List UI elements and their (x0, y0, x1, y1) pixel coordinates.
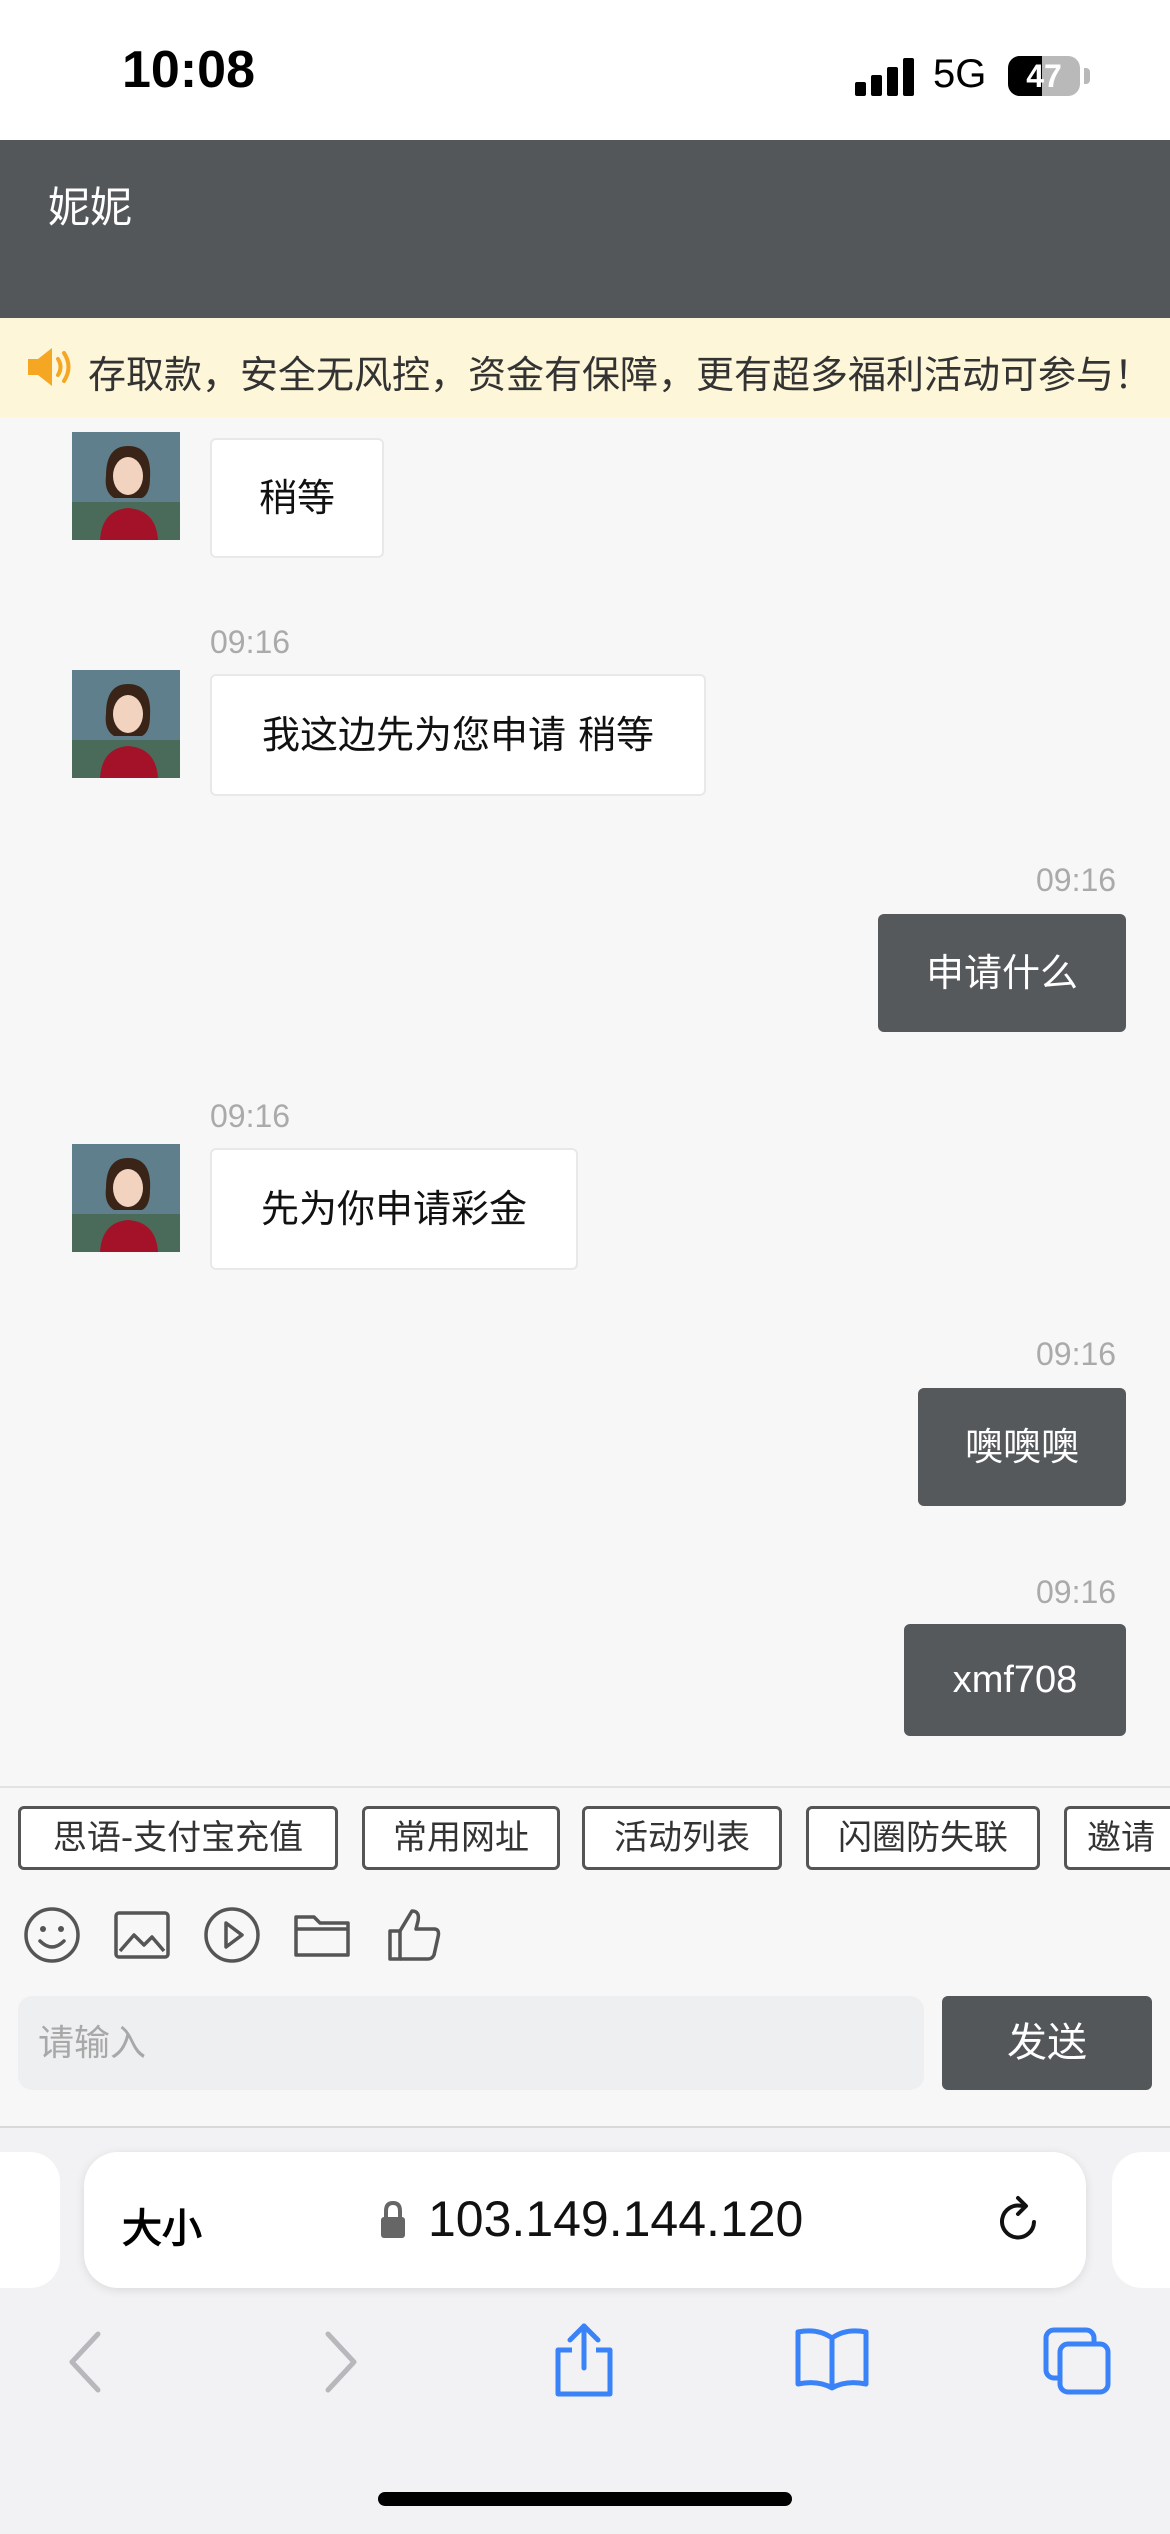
message-bubble-outgoing[interactable]: xmf708 (904, 1624, 1126, 1736)
message-bubble-incoming[interactable]: 我这边先为您申请 稍等 (210, 674, 706, 796)
notice-text: 存取款，安全无风控，资金有保障，更有超多福利活动可参与！ (88, 353, 1153, 397)
tabs-icon[interactable] (1042, 2326, 1114, 2396)
message-bubble-incoming[interactable]: 先为你申请彩金 (210, 1148, 578, 1270)
send-button[interactable]: 发送 (942, 1996, 1152, 2090)
image-icon[interactable] (112, 1905, 172, 1965)
quick-reply-chip[interactable]: 闪圈防失联 (806, 1806, 1040, 1870)
share-icon[interactable] (552, 2322, 616, 2398)
avatar[interactable] (72, 1144, 180, 1252)
previous-tab-preview[interactable] (0, 2152, 60, 2288)
chat-messages[interactable]: 稍等 09:16 我这边先为您申请 稍等 09:16 申请什么 09:16 先为… (0, 418, 1170, 1786)
network-type: 5G (933, 52, 987, 96)
back-icon[interactable] (64, 2330, 108, 2394)
message-timestamp: 09:16 (210, 1098, 291, 1134)
next-tab-preview[interactable] (1112, 2152, 1170, 2288)
message-input[interactable] (18, 1996, 924, 2090)
quick-reply-chip[interactable]: 常用网址 (362, 1806, 560, 1870)
message-bubble-outgoing[interactable]: 申请什么 (878, 914, 1126, 1032)
folder-icon[interactable] (292, 1905, 352, 1965)
video-icon[interactable] (202, 1905, 262, 1965)
home-indicator (378, 2492, 792, 2506)
battery-cap (1084, 68, 1090, 84)
message-timestamp: 09:16 (1036, 862, 1117, 898)
chat-header (0, 140, 1170, 318)
message-timestamp: 09:16 (210, 624, 291, 660)
text-size-button[interactable]: 大小 (122, 2196, 202, 2254)
forward-icon[interactable] (318, 2330, 362, 2394)
cellular-signal-icon (855, 58, 914, 96)
battery-percent: 47 (1026, 58, 1062, 94)
message-timestamp: 09:16 (1036, 1574, 1117, 1610)
emoji-icon[interactable] (22, 1905, 82, 1965)
speaker-icon (28, 348, 71, 386)
thumbs-up-icon[interactable] (384, 1905, 444, 1965)
quick-reply-chip[interactable]: 活动列表 (582, 1806, 782, 1870)
contact-name: 妮妮 (48, 183, 133, 232)
battery-icon: 47 (1008, 56, 1080, 96)
bookmarks-icon[interactable] (794, 2326, 870, 2392)
status-time: 10:08 (122, 41, 255, 99)
avatar[interactable] (72, 432, 180, 540)
url-text[interactable]: 103.149.144.120 (428, 2190, 803, 2248)
avatar[interactable] (72, 670, 180, 778)
reload-icon[interactable] (994, 2194, 1044, 2246)
message-timestamp: 09:16 (1036, 1336, 1117, 1372)
message-bubble-incoming[interactable]: 稍等 (210, 438, 384, 558)
quick-reply-chip[interactable]: 思语-支付宝充值 (18, 1806, 338, 1870)
message-bubble-outgoing[interactable]: 噢噢噢 (918, 1388, 1126, 1506)
lock-icon (381, 2200, 405, 2238)
quick-reply-chip[interactable]: 邀请 (1064, 1806, 1170, 1870)
